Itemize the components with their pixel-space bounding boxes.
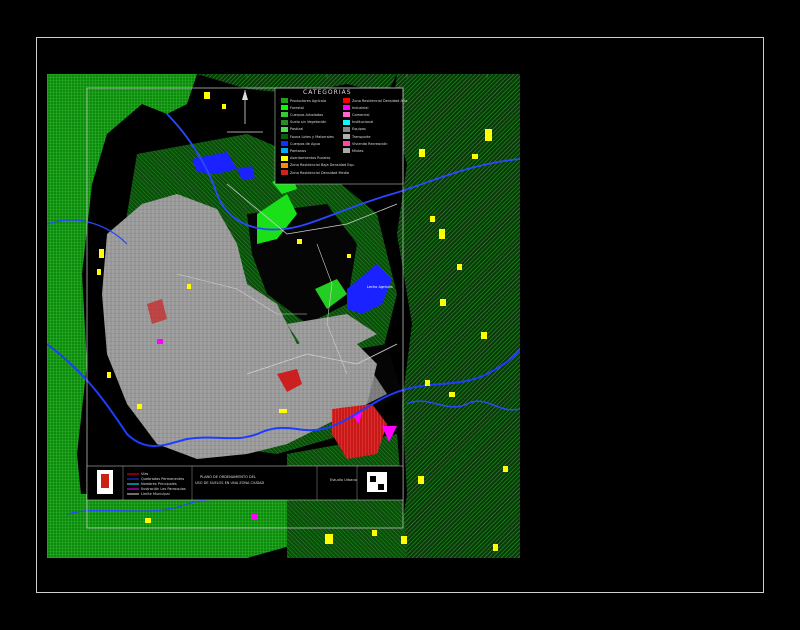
legend-swatch xyxy=(343,148,350,154)
legend-swatch xyxy=(343,98,350,103)
legend-swatch xyxy=(343,112,350,118)
legend-swatch xyxy=(281,148,288,154)
legend-label: Forestal xyxy=(290,105,304,110)
place-label: Lecho Agrícola xyxy=(367,285,393,289)
legend-label: Institucional xyxy=(352,120,374,125)
title-block-legend-line: Límite Municipal xyxy=(141,492,170,496)
legend-label: Pantanos xyxy=(290,148,307,153)
legend-swatch xyxy=(281,98,288,103)
title-block-legend-line: Quebradas Permanentes xyxy=(141,477,185,481)
legend-label: Zona Residencial Densidad Alta xyxy=(352,98,408,103)
legend-swatch xyxy=(281,119,288,125)
legend-label: Zona Residencial Baja Densidad Esp. xyxy=(290,163,355,168)
legend-label: Productores Agrícola xyxy=(290,98,327,103)
legend-swatch xyxy=(343,105,350,111)
legend-swatch xyxy=(281,126,288,132)
legend-label: Asentamientos Rurales xyxy=(290,156,331,161)
legend-swatch xyxy=(343,126,350,132)
title-block-legend-line: Vías xyxy=(141,472,149,476)
land-use-map xyxy=(47,74,520,558)
legend-label: Suelo sin Vegetación xyxy=(290,120,327,125)
legend-label: Comercial xyxy=(352,112,370,117)
legend-swatch xyxy=(281,141,288,147)
legend-label: Cuerpos de Agua xyxy=(290,141,321,146)
title-block-legend-line: Nombres Principales xyxy=(141,482,177,486)
legend-label: Transporte xyxy=(352,134,371,139)
legend-label: Fauna Lotes y Matorrales xyxy=(290,134,334,139)
legend-swatch xyxy=(281,134,288,139)
legend-swatch xyxy=(343,119,350,125)
legend-label: Mixtas xyxy=(352,148,364,153)
legend-swatch xyxy=(281,155,288,161)
map-title-line-1: PLANO DE ORDENAMIENTO DEL xyxy=(200,475,256,479)
legend-swatch xyxy=(281,162,288,168)
legend-swatch xyxy=(343,134,350,139)
legend-label: Vivienda Recreación xyxy=(352,141,388,146)
legend-swatch xyxy=(281,112,288,118)
legend-title: CATEGORIAS xyxy=(303,89,352,96)
legend-label: Equipos xyxy=(352,127,366,132)
legend-label: Cuerpos Arbolados xyxy=(290,112,324,117)
legend-swatch xyxy=(281,170,288,175)
title-box-label: Estudio Urbano xyxy=(330,478,357,482)
legend-label: Pastizal xyxy=(290,127,304,132)
legend-swatch xyxy=(281,105,288,111)
legend-swatch xyxy=(343,141,350,147)
title-block-legend-line: Ilustración Les Parroquias xyxy=(141,487,186,491)
legend-label: Industrial xyxy=(352,105,369,110)
map-title-line-2: USO DE SUELOS EN UNA ZONA CIUDAD xyxy=(195,481,265,485)
legend-label: Zona Residencial Densidad Media xyxy=(290,170,350,175)
